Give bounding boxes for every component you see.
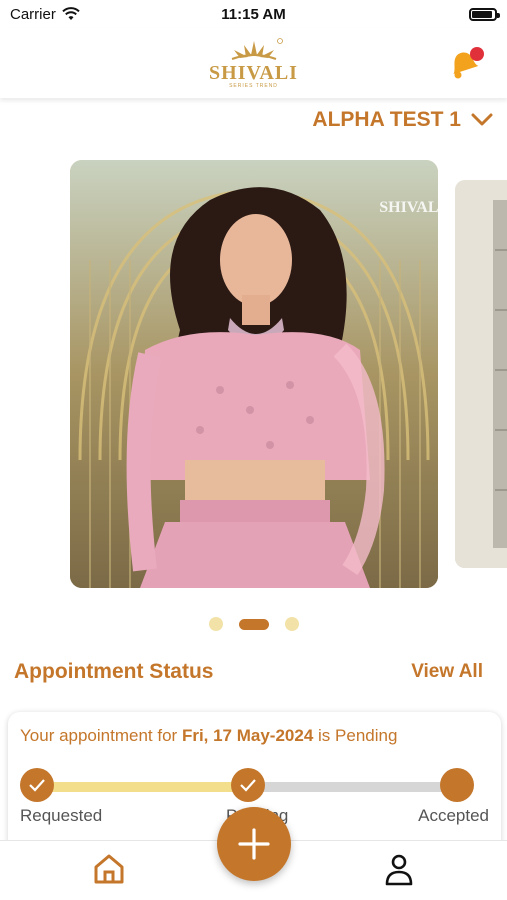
check-icon (29, 779, 45, 792)
person-icon[interactable] (382, 852, 416, 886)
wifi-icon (62, 7, 80, 20)
banner-carousel[interactable]: SHIVALI (0, 160, 507, 590)
view-all-link[interactable]: View All (411, 661, 483, 683)
carousel-pagination (0, 617, 507, 631)
plus-icon (238, 828, 270, 860)
check-icon (240, 779, 256, 792)
logo-text: SHIVALI (209, 62, 298, 84)
home-icon[interactable] (92, 852, 126, 886)
appointment-section-header: Appointment Status View All (14, 660, 483, 684)
pagination-dot[interactable] (284, 617, 299, 631)
appointment-message: Your appointment for Fri, 17 May-2024 is… (20, 726, 489, 746)
pagination-dot[interactable] (208, 617, 223, 631)
step-label: Accepted (418, 806, 489, 825)
banner-slide-next[interactable] (455, 180, 507, 568)
appointment-progress (20, 768, 489, 802)
step-requested-marker (20, 768, 54, 802)
bell-icon[interactable] (445, 44, 485, 84)
step-accepted-marker (440, 768, 474, 802)
slide-watermark: SHIVALI (379, 199, 438, 216)
logo-tagline: SERIES TREND (229, 83, 278, 89)
chevron-down-icon (471, 113, 493, 126)
account-selector[interactable]: ALPHA TEST 1 (312, 108, 493, 132)
next-slide-preview (455, 180, 507, 568)
section-title: Appointment Status (14, 660, 214, 683)
message-suffix: is Pending (313, 726, 398, 745)
brand-logo: SHIVALI SERIES TREND (209, 37, 298, 89)
lehenga-model-image: SHIVALI (70, 160, 438, 588)
battery-icon (469, 7, 500, 21)
pagination-dot-active[interactable] (238, 618, 269, 630)
app-header: SHIVALI SERIES TREND (0, 28, 507, 98)
appointment-date: Fri, 17 May-2024 (181, 726, 314, 745)
add-appointment-button[interactable] (217, 807, 291, 881)
lotus-logo-icon (231, 38, 283, 60)
status-bar: Carrier 11:15 AM (0, 0, 507, 28)
carrier-label: Carrier (10, 5, 56, 23)
step-label: Requested (20, 806, 103, 825)
banner-slide-image[interactable]: SHIVALI (70, 160, 438, 588)
message-prefix: Your appointment for (20, 726, 182, 745)
account-name: ALPHA TEST 1 (312, 108, 461, 131)
step-pending-marker (231, 768, 265, 802)
progress-fill (38, 782, 248, 792)
